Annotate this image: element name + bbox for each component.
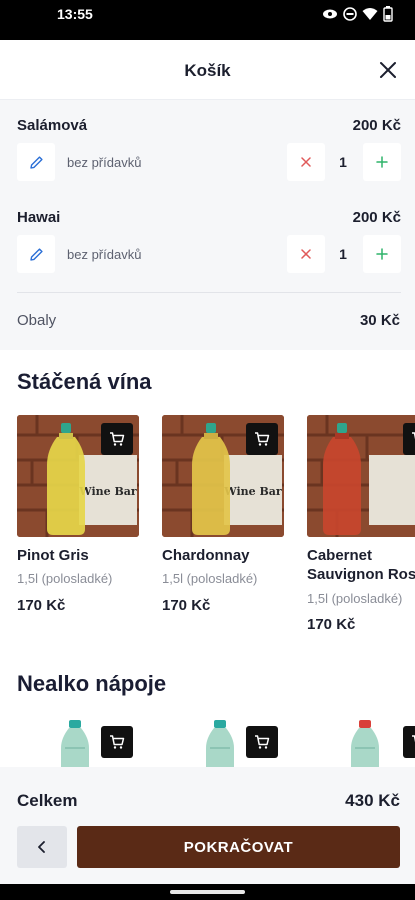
item-name: Salámová bbox=[17, 117, 88, 134]
total-value: 430 Kč bbox=[345, 791, 400, 810]
edit-item-button[interactable] bbox=[17, 235, 55, 273]
item-name: Hawai bbox=[17, 209, 61, 226]
pencil-icon bbox=[29, 155, 43, 169]
cart-icon bbox=[412, 735, 415, 743]
add-to-cart-button[interactable] bbox=[403, 726, 415, 758]
cart-items: Salámová 200 Kč bez přídavků 1 Hawai 200… bbox=[0, 100, 415, 350]
dnd-icon bbox=[343, 7, 357, 21]
total-label: Celkem bbox=[17, 791, 78, 810]
close-icon bbox=[380, 62, 396, 78]
item-price: 200 Kč bbox=[352, 209, 401, 226]
product-price: 170 Kč bbox=[17, 597, 66, 614]
add-to-cart-button[interactable] bbox=[403, 423, 415, 455]
remove-item-button[interactable] bbox=[287, 143, 325, 181]
continue-button[interactable]: POKRAČOVAT bbox=[77, 826, 400, 868]
item-quantity: 1 bbox=[339, 246, 347, 262]
header: Košík bbox=[0, 40, 415, 100]
remove-icon bbox=[301, 249, 311, 259]
close-button[interactable] bbox=[375, 57, 401, 83]
remove-item-button[interactable] bbox=[287, 235, 325, 273]
product-card[interactable] bbox=[162, 718, 284, 770]
product-image bbox=[307, 415, 415, 537]
cart-screen: Košík Salámová 200 Kč bez přídavků 1 Haw… bbox=[0, 40, 415, 884]
section-title-soft-drinks: Nealko nápoje bbox=[17, 671, 167, 696]
plus-icon bbox=[376, 156, 388, 168]
product-card[interactable] bbox=[17, 718, 139, 770]
item-price: 200 Kč bbox=[352, 117, 401, 134]
increase-quantity-button[interactable] bbox=[363, 235, 401, 273]
svg-text:Wine Bar: Wine Bar bbox=[223, 485, 282, 498]
eye-icon bbox=[323, 9, 337, 19]
status-icons bbox=[322, 5, 393, 23]
product-description: 1,5l (polosladké) bbox=[17, 571, 113, 586]
product-description: 1,5l (polosladké) bbox=[162, 571, 258, 586]
cart-icon bbox=[255, 432, 270, 446]
cart-icon bbox=[255, 735, 270, 749]
wine-bottle-photo bbox=[307, 415, 415, 537]
product-price: 170 Kč bbox=[162, 597, 211, 614]
section-title-wines: Stáčená vína bbox=[17, 369, 152, 394]
item-note: bez přídavků bbox=[67, 155, 142, 170]
water-bottle-photo bbox=[351, 720, 379, 770]
product-card[interactable] bbox=[307, 718, 415, 770]
add-to-cart-button[interactable] bbox=[246, 726, 278, 758]
product-price: 170 Kč bbox=[307, 616, 356, 633]
page-title: Košík bbox=[184, 61, 231, 80]
back-button[interactable] bbox=[17, 826, 67, 868]
chevron-left-icon bbox=[38, 841, 45, 853]
product-name: Chardonnay bbox=[162, 547, 250, 564]
item-note: bez přídavků bbox=[67, 247, 142, 262]
system-nav-bar bbox=[0, 884, 415, 900]
add-to-cart-button[interactable] bbox=[246, 423, 278, 455]
product-description: 1,5l (polosladké) bbox=[307, 591, 403, 606]
status-bar: 13:55 bbox=[0, 0, 415, 40]
product-name: Cabernet Sauvignon Rosé bbox=[307, 547, 415, 583]
remove-icon bbox=[301, 157, 311, 167]
cart-icon bbox=[110, 735, 125, 749]
pencil-icon bbox=[29, 247, 43, 261]
packaging-label: Obaly bbox=[17, 312, 57, 329]
edit-item-button[interactable] bbox=[17, 143, 55, 181]
product-card[interactable]: Cabernet Sauvignon Rosé 1,5l (polosladké… bbox=[307, 415, 415, 645]
increase-quantity-button[interactable] bbox=[363, 143, 401, 181]
checkout-footer: Celkem 430 Kč POKRAČOVAT bbox=[0, 767, 415, 884]
status-time: 13:55 bbox=[57, 6, 93, 22]
add-to-cart-button[interactable] bbox=[101, 423, 133, 455]
wifi-icon bbox=[362, 8, 378, 20]
plus-icon bbox=[376, 248, 388, 260]
cart-icon bbox=[110, 432, 125, 446]
packaging-price: 30 Kč bbox=[359, 312, 400, 329]
battery-icon bbox=[383, 6, 393, 22]
home-gesture-handle[interactable] bbox=[170, 890, 245, 894]
svg-text:Wine Bar: Wine Bar bbox=[78, 485, 137, 498]
add-to-cart-button[interactable] bbox=[101, 726, 133, 758]
item-quantity: 1 bbox=[339, 154, 347, 170]
cart-icon bbox=[412, 432, 415, 440]
divider bbox=[17, 292, 401, 293]
product-name: Pinot Gris bbox=[17, 547, 89, 564]
